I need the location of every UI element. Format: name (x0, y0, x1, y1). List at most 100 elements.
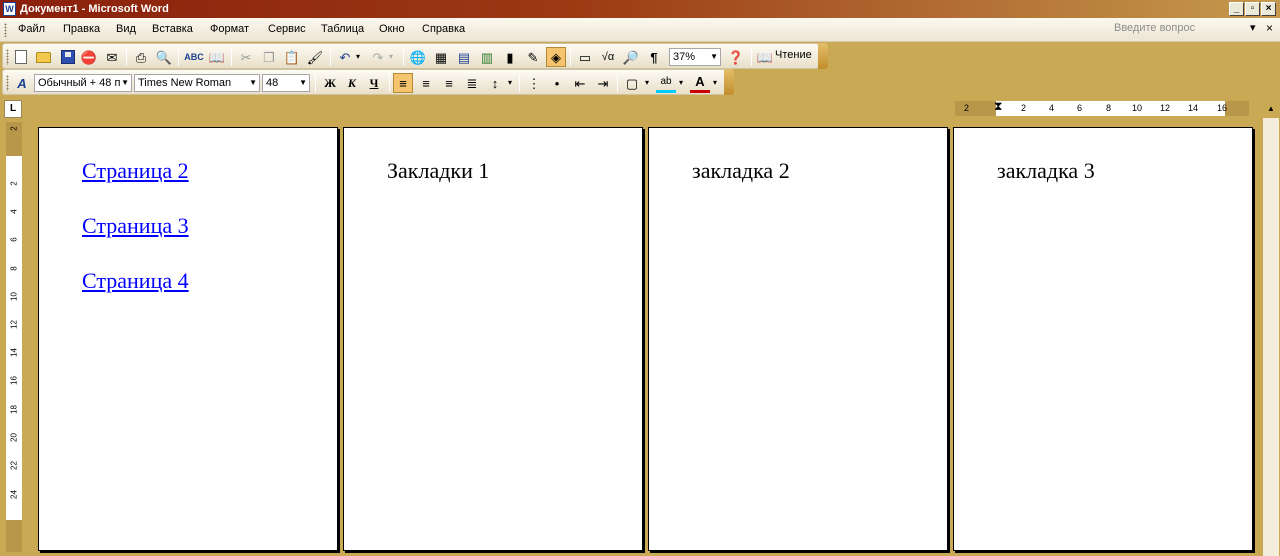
ask-dropdown-arrow-icon[interactable]: ▾ (1250, 21, 1256, 34)
hyperlink-page-4[interactable]: Страница 4 (82, 268, 189, 294)
help-icon[interactable]: ❓ (726, 47, 746, 67)
menu-help[interactable]: Справка (422, 23, 465, 35)
ruler-left-margin (955, 101, 996, 116)
separator (231, 48, 232, 66)
show-formatting-icon[interactable]: ¶ (644, 47, 664, 67)
borders-icon[interactable]: ▢ (622, 73, 642, 93)
tab-selector-button[interactable]: L (4, 100, 22, 118)
toolbar-grip-handle[interactable] (6, 49, 9, 65)
vertical-scrollbar[interactable] (1263, 118, 1279, 556)
font-size-select[interactable]: 48 ▼ (262, 74, 310, 92)
hyperlink-page-2[interactable]: Страница 2 (82, 158, 189, 184)
separator (570, 48, 571, 66)
menu-insert[interactable]: Вставка (152, 23, 193, 35)
separator (330, 48, 331, 66)
ask-question-input[interactable]: Введите вопрос (1114, 22, 1262, 38)
menu-window[interactable]: Окно (379, 23, 405, 35)
align-center-icon[interactable]: ≡ (416, 73, 436, 93)
menu-table[interactable]: Таблица (321, 23, 364, 35)
align-left-icon[interactable]: ≡ (393, 73, 413, 93)
bookmark-heading: Закладки 1 (387, 158, 490, 183)
line-spacing-dropdown-icon[interactable]: ▾ (505, 73, 515, 93)
new-document-icon[interactable] (11, 47, 31, 67)
menu-grip-handle[interactable] (4, 23, 7, 37)
save-icon[interactable] (58, 47, 78, 67)
increase-indent-icon[interactable]: ⇥ (593, 73, 613, 93)
paste-icon[interactable]: 📋 (282, 47, 302, 67)
separator (389, 74, 390, 92)
ruler-tick-label: 10 (1132, 103, 1143, 113)
research-icon[interactable]: 📖 (207, 47, 227, 67)
page-4: закладка 3 (953, 127, 1253, 551)
ruler-tick-label: 4 (9, 209, 19, 214)
copy-icon[interactable]: ❐ (259, 47, 279, 67)
menu-edit[interactable]: Правка (63, 23, 100, 35)
horizontal-ruler[interactable]: 2 ⧗ 2 4 6 8 10 12 14 16 (955, 99, 1249, 116)
indent-marker-icon[interactable]: ⧗ (994, 99, 1002, 114)
print-preview-icon[interactable]: 🔍 (154, 47, 174, 67)
borders-dropdown-icon[interactable]: ▾ (642, 73, 652, 93)
highlight-dropdown-icon[interactable]: ▾ (676, 73, 686, 93)
print-icon[interactable]: ⎙ (131, 47, 151, 67)
font-color-dropdown-icon[interactable]: ▾ (710, 73, 720, 93)
font-color-icon[interactable]: A (690, 73, 710, 93)
open-folder-icon[interactable] (33, 47, 53, 67)
bold-button[interactable]: Ж (320, 73, 340, 93)
undo-icon[interactable]: ↶ (335, 47, 355, 67)
page-3: закладка 2 (648, 127, 948, 551)
undo-dropdown-icon[interactable]: ▾ (353, 47, 363, 67)
document-map-icon[interactable]: ◈ (546, 47, 566, 67)
scroll-up-arrow-icon[interactable]: ▲ (1263, 100, 1279, 118)
format-painter-icon[interactable]: 🖌 (305, 47, 325, 67)
underline-button[interactable]: Ч (364, 73, 384, 93)
menu-tools[interactable]: Сервис (268, 23, 306, 35)
hyperlink-icon[interactable]: 🌐 (408, 47, 428, 67)
formatting-toolbar: A Обычный + 48 п ▼ Times New Roman ▼ 48 ▼ Ж… (2, 69, 734, 95)
spelling-icon[interactable]: ABC (184, 47, 204, 67)
vertical-ruler[interactable]: 2 2 4 6 8 10 12 14 16 18 20 22 24 (6, 122, 22, 552)
justify-icon[interactable]: ≣ (462, 73, 482, 93)
decrease-indent-icon[interactable]: ⇤ (570, 73, 590, 93)
styles-pane-icon[interactable]: A (12, 73, 32, 93)
numbering-icon[interactable]: ⋮ (524, 73, 544, 93)
standard-toolbar: ⛔ ✉ ⎙ 🔍 ABC 📖 ✂ ❐ 📋 🖌 ↶ ▾ ↷ ▾ 🌐 ▦ ▤ ▥ ▮ … (2, 43, 828, 69)
menu-view[interactable]: Вид (116, 23, 136, 35)
minimize-button[interactable]: _ (1229, 2, 1244, 16)
word-app-icon[interactable]: W (3, 2, 16, 16)
style-select[interactable]: Обычный + 48 п ▼ (34, 74, 132, 92)
email-icon[interactable]: ✉ (102, 47, 122, 67)
separator (617, 74, 618, 92)
menu-format[interactable]: Формат (210, 23, 249, 35)
italic-button[interactable]: К (342, 73, 362, 93)
permission-icon[interactable]: ⛔ (79, 47, 99, 67)
close-button[interactable]: × (1261, 2, 1276, 16)
separator (403, 48, 404, 66)
font-select[interactable]: Times New Roman ▼ (134, 74, 260, 92)
insert-excel-icon[interactable]: ▥ (477, 47, 497, 67)
reading-layout-button[interactable]: Чтение (775, 49, 812, 61)
line-spacing-icon[interactable]: ↕ (485, 73, 505, 93)
zoom-select[interactable]: 37% ▼ (669, 48, 721, 66)
highlight-icon[interactable]: ab (656, 73, 676, 93)
toolbar-options-icon[interactable] (818, 43, 828, 69)
toolbar-grip-handle[interactable] (6, 75, 9, 91)
document-close-icon[interactable]: × (1266, 21, 1273, 35)
reading-layout-icon[interactable]: 📖 (755, 47, 775, 67)
hyperlink-page-3[interactable]: Страница 3 (82, 213, 189, 239)
redo-dropdown-icon[interactable]: ▾ (386, 47, 396, 67)
redo-icon[interactable]: ↷ (368, 47, 388, 67)
align-right-icon[interactable]: ≡ (439, 73, 459, 93)
drawing-icon[interactable]: ✎ (523, 47, 543, 67)
insert-table-icon[interactable]: ▤ (454, 47, 474, 67)
columns-icon[interactable]: ▮ (500, 47, 520, 67)
toolbar-options-icon[interactable] (724, 69, 734, 95)
ruler-tick-label: 14 (1188, 103, 1199, 113)
text-box-icon[interactable]: ▭ (575, 47, 595, 67)
cut-icon[interactable]: ✂ (236, 47, 256, 67)
tables-borders-icon[interactable]: ▦ (431, 47, 451, 67)
restore-button[interactable]: ▫ (1245, 2, 1260, 16)
menu-file[interactable]: Файл (18, 23, 45, 35)
find-icon[interactable]: 🔎 (621, 47, 641, 67)
equation-icon[interactable]: √α (598, 47, 618, 67)
bullets-icon[interactable]: • (547, 73, 567, 93)
